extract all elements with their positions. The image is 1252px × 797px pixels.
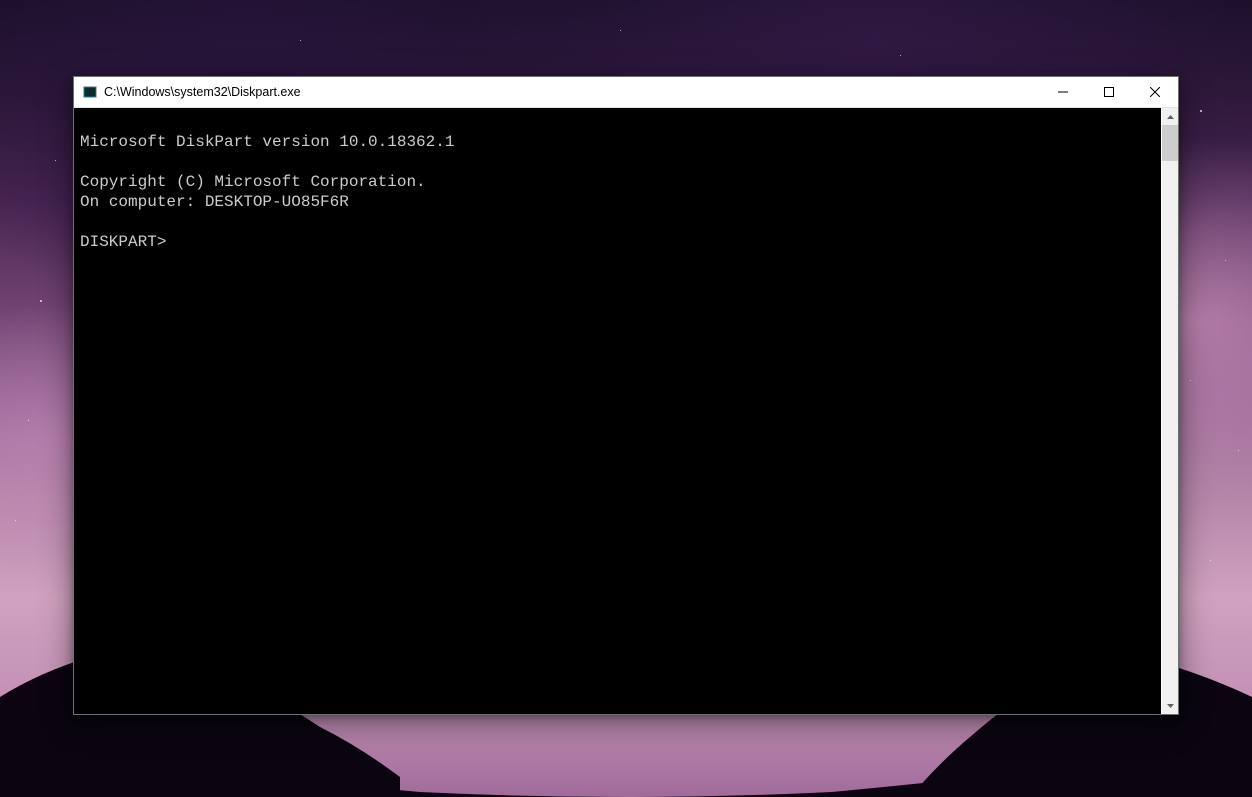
close-icon [1150,87,1160,97]
scrollbar-track[interactable] [1162,125,1178,697]
scroll-up-button[interactable] [1162,108,1178,125]
client-area: Microsoft DiskPart version 10.0.18362.1 … [74,108,1178,714]
diskpart-window: C:\Windows\system32\Diskpart.exe Microso… [73,76,1179,715]
scrollbar-thumb[interactable] [1162,125,1178,161]
console-output[interactable]: Microsoft DiskPart version 10.0.18362.1 … [74,108,1161,714]
titlebar[interactable]: C:\Windows\system32\Diskpart.exe [74,77,1178,108]
vertical-scrollbar[interactable] [1161,108,1178,714]
window-title: C:\Windows\system32\Diskpart.exe [104,85,301,99]
maximize-button[interactable] [1086,77,1132,108]
console-icon [82,84,98,100]
close-button[interactable] [1132,77,1178,108]
chevron-down-icon [1167,704,1174,708]
chevron-up-icon [1167,115,1174,119]
minimize-icon [1058,87,1068,97]
maximize-icon [1104,87,1114,97]
scroll-down-button[interactable] [1162,697,1178,714]
minimize-button[interactable] [1040,77,1086,108]
